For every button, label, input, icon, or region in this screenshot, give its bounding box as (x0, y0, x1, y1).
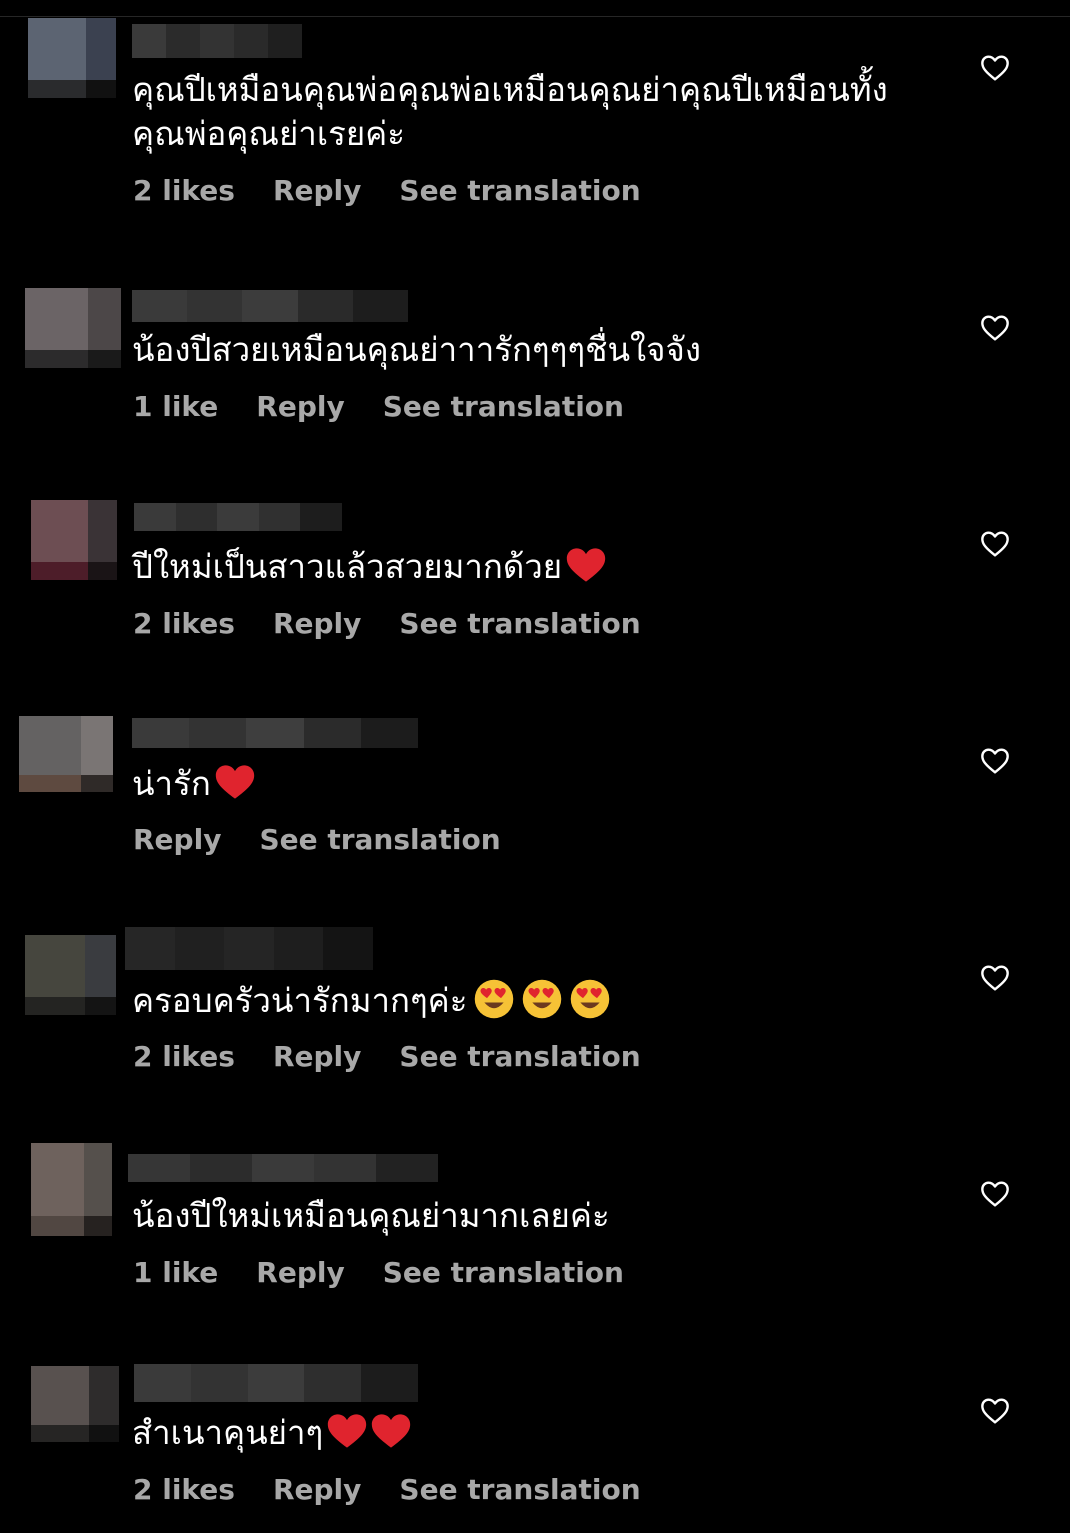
reply-button[interactable]: Reply (256, 1256, 344, 1289)
red-heart-emoji (566, 548, 606, 582)
reply-button[interactable]: Reply (133, 823, 221, 856)
comment-text: คุณปีเหมือนคุณพ่อคุณพ่อเหมือนคุณย่าคุณปี… (132, 70, 888, 153)
heart-outline-icon[interactable] (978, 1395, 1012, 1427)
reply-button[interactable]: Reply (273, 607, 361, 640)
heart-outline-icon[interactable] (978, 312, 1012, 344)
likes-count[interactable]: 1 like (133, 390, 218, 423)
comment-text: สำเนาคุนย่าๆ (132, 1411, 912, 1455)
comment-text: ปีใหม่เป็นสาวแล้วสวยมากด้วย (132, 545, 912, 589)
avatar[interactable] (25, 935, 116, 1015)
username[interactable] (125, 927, 373, 970)
red-heart-emoji (372, 1414, 411, 1448)
likes-count[interactable]: 2 likes (133, 174, 235, 207)
see-translation-button[interactable]: See translation (399, 607, 640, 640)
likes-count[interactable]: 2 likes (133, 607, 235, 640)
comment-actions: 2 likes Reply See translation (133, 607, 679, 640)
heart-eyes-emoji (523, 979, 562, 1019)
avatar[interactable] (31, 1143, 112, 1236)
heart-eyes-emoji (571, 979, 610, 1019)
username[interactable] (128, 1154, 438, 1182)
see-translation-button[interactable]: See translation (399, 174, 640, 207)
reply-button[interactable]: Reply (273, 174, 361, 207)
heart-outline-icon[interactable] (978, 962, 1012, 994)
comment-actions: 1 like Reply See translation (133, 390, 662, 423)
heart-outline-icon[interactable] (978, 1178, 1012, 1210)
username[interactable] (132, 718, 418, 748)
heart-outline-icon[interactable] (978, 52, 1012, 84)
reply-button[interactable]: Reply (273, 1040, 361, 1073)
comment-actions: 2 likes Reply See translation (133, 174, 679, 207)
see-translation-button[interactable]: See translation (383, 390, 624, 423)
comment-text: น้องปีใหม่เหมือนคุณย่ามากเลยค่ะ (132, 1196, 610, 1235)
reply-button[interactable]: Reply (273, 1473, 361, 1506)
likes-count[interactable]: 2 likes (133, 1473, 235, 1506)
see-translation-button[interactable]: See translation (383, 1256, 624, 1289)
likes-count[interactable]: 1 like (133, 1256, 218, 1289)
comment-text: ครอบครัวน่ารักมากๆค่ะ (132, 978, 912, 1023)
heart-eyes-emoji (475, 979, 514, 1019)
avatar[interactable] (31, 1366, 119, 1442)
reply-button[interactable]: Reply (256, 390, 344, 423)
heart-outline-icon[interactable] (978, 745, 1012, 777)
avatar[interactable] (25, 288, 121, 368)
see-translation-button[interactable]: See translation (259, 823, 500, 856)
top-divider (0, 16, 1070, 17)
comment-actions: 2 likes Reply See translation (133, 1040, 679, 1073)
username[interactable] (132, 24, 302, 58)
avatar[interactable] (28, 18, 116, 98)
comment-text: น้องปีสวยเหมือนคุณย่าาารักๆๆๆชื่นใจจัง (132, 330, 701, 369)
comment-text: น่ารัก (132, 762, 912, 806)
avatar[interactable] (19, 716, 113, 792)
see-translation-button[interactable]: See translation (399, 1040, 640, 1073)
comment-actions: 2 likes Reply See translation (133, 1473, 679, 1506)
username[interactable] (134, 503, 342, 531)
red-heart-emoji (328, 1414, 367, 1448)
comment-actions: 1 like Reply See translation (133, 1256, 662, 1289)
likes-count[interactable]: 2 likes (133, 1040, 235, 1073)
red-heart-emoji (215, 765, 254, 799)
comment-actions: Reply See translation (133, 823, 539, 856)
see-translation-button[interactable]: See translation (399, 1473, 640, 1506)
heart-outline-icon[interactable] (978, 528, 1012, 560)
username[interactable] (132, 290, 408, 322)
avatar[interactable] (31, 500, 117, 580)
username[interactable] (134, 1364, 418, 1402)
